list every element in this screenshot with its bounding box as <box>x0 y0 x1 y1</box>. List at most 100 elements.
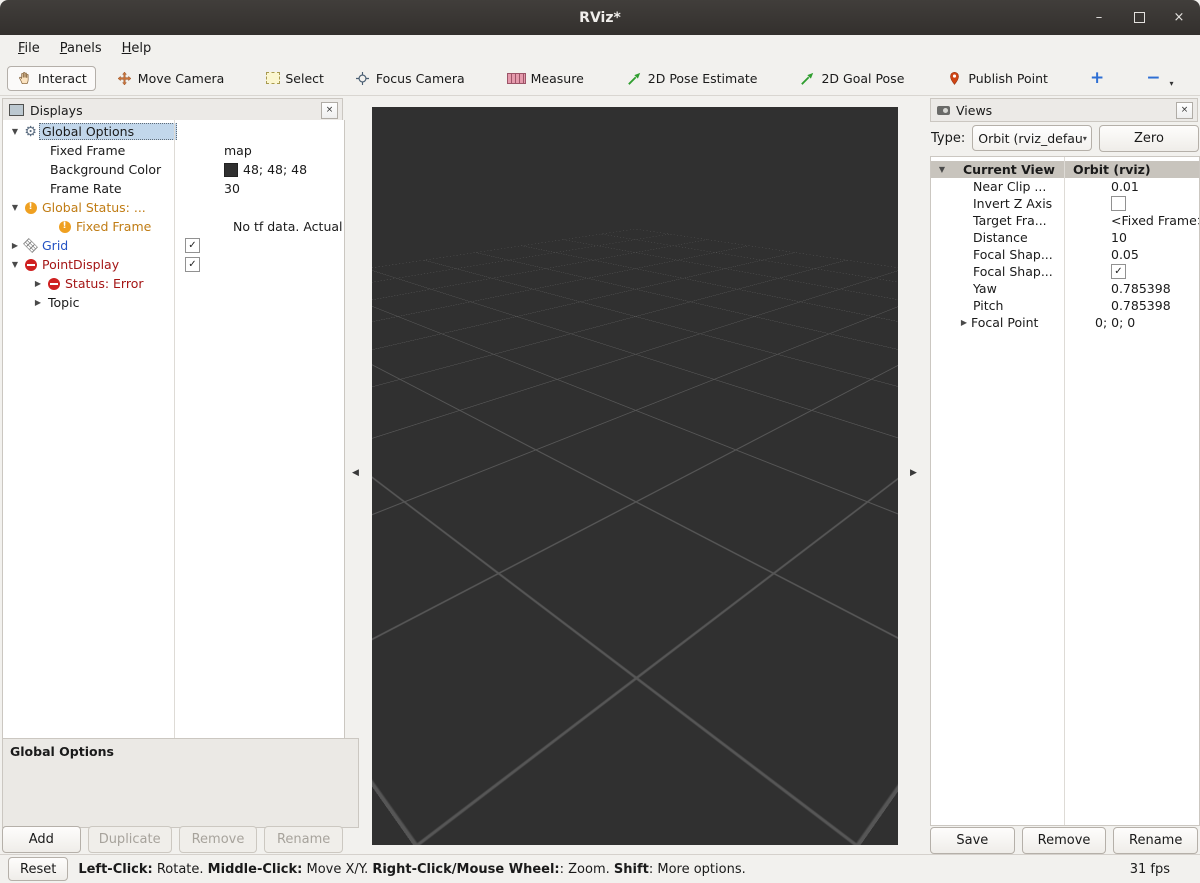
tree-row-global-status[interactable]: ▼ Global Status: ... <box>3 198 344 217</box>
expand-arrow-icon[interactable]: ▶ <box>8 241 22 250</box>
tree-item-label[interactable]: PointDisplay <box>39 256 122 273</box>
enable-checkbox[interactable]: ✓ <box>185 257 200 272</box>
tree-item-value[interactable]: 0.785398 <box>1106 280 1199 297</box>
focal-shape-checkbox[interactable]: ✓ <box>1111 264 1126 279</box>
tree-item-label[interactable]: Distance <box>973 230 1028 245</box>
tree-item-label[interactable]: Target Fra... <box>973 213 1047 228</box>
remove-tool-button[interactable]: − ▾ <box>1138 68 1181 89</box>
maximize-button[interactable] <box>1130 12 1148 23</box>
tree-item-value <box>202 274 344 293</box>
tree-row-pitch[interactable]: Pitch 0.785398 <box>931 297 1199 314</box>
tree-item-label[interactable]: Focal Point <box>971 315 1038 330</box>
menu-help[interactable]: Help <box>112 38 162 59</box>
tree-item-value[interactable]: 0; 0; 0 <box>1090 314 1199 331</box>
tree-item-value[interactable]: 48; 48; 48 <box>218 160 344 179</box>
tree-row-focal-shape-fixed[interactable]: Focal Shap... ✓ <box>931 263 1199 280</box>
rename-view-button[interactable]: Rename <box>1113 827 1199 854</box>
tree-item-label[interactable]: Focal Shap... <box>973 247 1053 262</box>
tree-row-pointdisplay[interactable]: ▼ PointDisplay ✓ <box>3 255 344 274</box>
measure-tool-button[interactable]: Measure <box>499 67 592 90</box>
tree-row-focal-point[interactable]: ▶ Focal Point 0; 0; 0 <box>931 314 1199 331</box>
tree-item-label[interactable]: Grid <box>39 237 71 254</box>
zero-button[interactable]: Zero <box>1099 124 1199 152</box>
tree-row-status-error[interactable]: ▶ Status: Error <box>3 274 344 293</box>
select-tool-label: Select <box>285 70 324 86</box>
tree-item-label[interactable]: Status: Error <box>62 275 147 292</box>
menu-panels[interactable]: Panels <box>50 38 112 59</box>
tree-row-near-clip[interactable]: Near Clip ... 0.01 <box>931 178 1199 195</box>
minimize-button[interactable]: – <box>1090 10 1108 25</box>
move-camera-tool-button[interactable]: Move Camera <box>108 67 233 90</box>
expand-arrow-icon[interactable]: ▶ <box>957 318 971 327</box>
select-tool-button[interactable]: Select <box>258 67 332 90</box>
tree-row-current-view[interactable]: ▼ Current View Orbit (rviz) <box>931 161 1199 178</box>
remove-view-button[interactable]: Remove <box>1021 827 1107 854</box>
publish-point-tool-button[interactable]: Publish Point <box>938 67 1056 90</box>
tree-item-value[interactable]: 0.785398 <box>1106 297 1199 314</box>
tree-row-background-color[interactable]: Background Color 48; 48; 48 <box>3 160 344 179</box>
collapse-right-panel-icon[interactable]: ▶ <box>910 468 917 478</box>
close-button[interactable]: × <box>1170 10 1188 25</box>
tree-item-value[interactable]: 30 <box>218 179 344 198</box>
add-display-button[interactable]: Add <box>2 826 81 853</box>
enable-checkbox[interactable]: ✓ <box>185 238 200 253</box>
tree-item-label[interactable]: Current View <box>963 162 1055 177</box>
views-close-button[interactable]: × <box>1176 101 1193 119</box>
save-view-button[interactable]: Save <box>930 827 1015 854</box>
tree-row-fixed-frame[interactable]: Fixed Frame map <box>3 141 344 160</box>
tree-item-label[interactable]: Global Status: ... <box>39 199 149 216</box>
error-icon-wrap <box>22 258 39 271</box>
tree-row-status-fixed-frame[interactable]: Fixed Frame No tf data. Actual err... <box>3 217 344 236</box>
tree-item-value[interactable]: map <box>218 141 344 160</box>
expand-arrow-icon[interactable]: ▼ <box>8 203 22 212</box>
expand-arrow-icon[interactable]: ▶ <box>31 279 45 288</box>
tree-item-value[interactable]: <Fixed Frame> <box>1106 212 1199 229</box>
reset-button[interactable]: Reset <box>8 857 69 881</box>
view-type-combobox[interactable]: Orbit (rviz_defau ▾ <box>972 125 1092 151</box>
tree-item-label[interactable]: Focal Shap... <box>973 264 1053 279</box>
tree-row-frame-rate[interactable]: Frame Rate 30 <box>3 179 344 198</box>
interact-tool-button[interactable]: Interact <box>7 65 96 91</box>
tree-row-distance[interactable]: Distance 10 <box>931 229 1199 246</box>
invert-z-checkbox[interactable] <box>1111 196 1126 211</box>
tree-item-value[interactable]: 0.01 <box>1106 178 1199 195</box>
expand-arrow-icon[interactable]: ▼ <box>8 127 22 136</box>
tree-row-yaw[interactable]: Yaw 0.785398 <box>931 280 1199 297</box>
view-type-value: Orbit (rviz_defau <box>978 130 1083 146</box>
tree-item-label[interactable]: Frame Rate <box>47 180 125 197</box>
tree-item-value[interactable]: 10 <box>1106 229 1199 246</box>
tree-item-label[interactable]: Fixed Frame <box>47 142 128 159</box>
tree-item-label[interactable]: Near Clip ... <box>973 179 1046 194</box>
tree-item-label[interactable]: Background Color <box>47 161 164 178</box>
tree-row-global-options[interactable]: ▼ Global Options <box>3 122 344 141</box>
expand-arrow-icon[interactable]: ▼ <box>935 165 949 174</box>
render-viewport[interactable] <box>372 107 898 845</box>
tree-row-grid[interactable]: ▶ Grid ✓ <box>3 236 344 255</box>
tree-row-focal-shape-size[interactable]: Focal Shap... 0.05 <box>931 246 1199 263</box>
focus-camera-tool-button[interactable]: Focus Camera <box>346 67 473 90</box>
goal-pose-tool-button[interactable]: 2D Goal Pose <box>791 67 912 90</box>
tree-row-invert-z[interactable]: Invert Z Axis <box>931 195 1199 212</box>
displays-close-button[interactable]: × <box>321 101 338 119</box>
tree-item-value <box>1106 195 1199 212</box>
pose-estimate-tool-button[interactable]: 2D Pose Estimate <box>618 67 766 90</box>
toolbar-overflow-chevron-icon[interactable]: ▾ <box>1169 79 1173 88</box>
green-arrow-icon <box>799 72 816 85</box>
add-tool-button[interactable]: + <box>1082 68 1112 89</box>
move-camera-tool-label: Move Camera <box>137 70 225 86</box>
expand-arrow-icon[interactable]: ▶ <box>31 298 45 307</box>
tree-row-target-frame[interactable]: Target Fra... <Fixed Frame> <box>931 212 1199 229</box>
expand-arrow-icon[interactable]: ▼ <box>8 260 22 269</box>
tree-item-label[interactable]: Topic <box>45 294 82 311</box>
tree-item-value[interactable]: 0.05 <box>1106 246 1199 263</box>
menu-file[interactable]: File <box>8 38 50 59</box>
color-swatch[interactable] <box>224 162 238 177</box>
tree-item-label[interactable]: Global Options <box>39 123 177 140</box>
tree-row-topic[interactable]: ▶ Topic <box>3 293 344 312</box>
tree-item-label[interactable]: Yaw <box>973 281 997 296</box>
tree-item-label[interactable]: Invert Z Axis <box>973 196 1052 211</box>
tree-item-label[interactable]: Pitch <box>973 298 1003 313</box>
tree-item-value: ✓ <box>1106 263 1199 280</box>
collapse-left-panel-icon[interactable]: ◀ <box>352 468 359 478</box>
tree-item-label[interactable]: Fixed Frame <box>73 218 154 235</box>
